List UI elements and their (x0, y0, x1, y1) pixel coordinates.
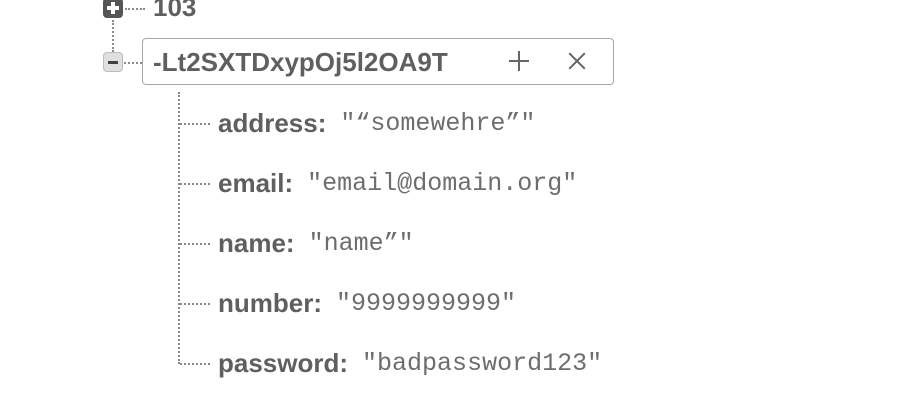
tree-connector (124, 62, 142, 64)
collapse-node-icon[interactable] (103, 52, 123, 72)
child-row-password[interactable]: password: "badpassword123" (218, 343, 602, 383)
selected-node-box[interactable]: -Lt2SXTDxypOj5l2OA9T (142, 38, 614, 85)
child-key: name (218, 227, 286, 258)
tree-node-key[interactable]: 103 (153, 0, 196, 23)
child-key: address (218, 107, 318, 138)
child-key: number (218, 287, 314, 318)
child-value[interactable]: "badpassword123" (362, 349, 602, 378)
tree-connector (180, 303, 210, 305)
tree-connector (180, 123, 210, 125)
tree-connector (125, 8, 145, 10)
tree-connector (180, 363, 210, 365)
key-separator: : (284, 167, 294, 198)
child-value[interactable]: "email@domain.org" (307, 169, 577, 198)
child-row-email[interactable]: email: "email@domain.org" (218, 163, 577, 203)
child-value[interactable]: "“somewehre”" (340, 109, 535, 138)
key-separator: : (313, 287, 323, 318)
tree-connector (178, 92, 180, 364)
child-value[interactable]: "name”" (309, 229, 414, 258)
key-separator: : (339, 347, 349, 378)
tree-connector (180, 183, 210, 185)
child-key: password (218, 347, 340, 378)
key-separator: : (285, 227, 295, 258)
expand-node-icon[interactable] (103, 0, 123, 18)
tree-connector (112, 20, 114, 52)
child-value[interactable]: "9999999999" (336, 289, 516, 318)
tree-connector (180, 243, 210, 245)
child-row-number[interactable]: number: "9999999999" (218, 283, 516, 323)
selected-node-key[interactable]: -Lt2SXTDxypOj5l2OA9T (153, 47, 448, 78)
key-separator: : (317, 107, 327, 138)
add-child-icon[interactable] (509, 51, 529, 71)
delete-node-icon[interactable] (566, 50, 588, 72)
child-row-name[interactable]: name: "name”" (218, 223, 414, 263)
child-key: email (218, 167, 285, 198)
child-row-address[interactable]: address: "“somewehre”" (218, 103, 535, 143)
